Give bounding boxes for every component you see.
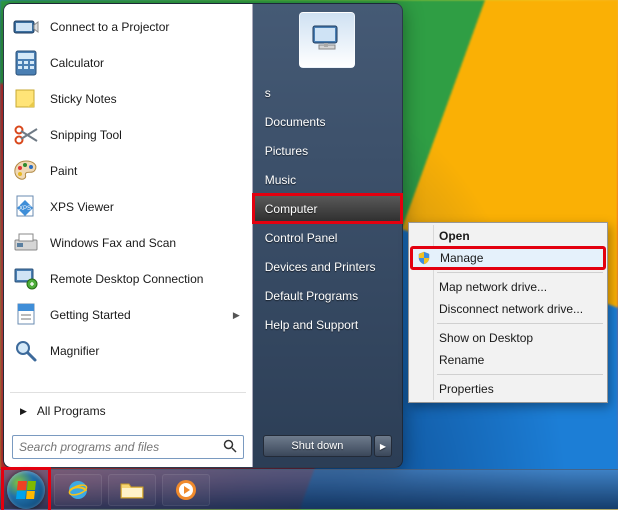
ctx-open[interactable]: Open (411, 225, 605, 247)
program-fax-scan[interactable]: Windows Fax and Scan (6, 225, 250, 261)
user-picture[interactable] (299, 12, 355, 68)
rightlink-documents[interactable]: Documents (253, 107, 402, 136)
shield-icon (416, 250, 432, 266)
program-label: Calculator (50, 56, 244, 70)
rightlink-default-programs[interactable]: Default Programs (253, 281, 402, 310)
program-label: Getting Started (50, 308, 223, 322)
magnifier-icon (12, 337, 40, 365)
folder-icon (119, 479, 145, 501)
fax-icon (12, 229, 40, 257)
submenu-arrow-icon: ▶ (233, 310, 240, 321)
projector-icon (12, 13, 40, 41)
context-separator (437, 323, 603, 324)
start-menu-left-pane: Connect to a Projector Calculator Sticky… (4, 4, 253, 467)
ie-icon (66, 478, 90, 502)
all-programs-label: All Programs (37, 404, 106, 418)
search-box[interactable] (12, 435, 244, 459)
rightlink-computer[interactable]: Computer (253, 194, 402, 223)
program-label: Sticky Notes (50, 92, 244, 106)
program-remote-desktop[interactable]: Remote Desktop Connection (6, 261, 250, 297)
search-icon (223, 439, 237, 456)
calculator-icon (12, 49, 40, 77)
program-label: XPS Viewer (50, 200, 244, 214)
program-snipping-tool[interactable]: Snipping Tool (6, 117, 250, 153)
taskbar-wmp[interactable] (162, 474, 210, 506)
rightlink-help-support[interactable]: Help and Support (253, 310, 402, 339)
program-label: Snipping Tool (50, 128, 244, 142)
xps-icon: XPS (12, 193, 40, 221)
start-menu: Connect to a Projector Calculator Sticky… (3, 3, 403, 468)
start-button[interactable] (7, 471, 45, 509)
palette-icon (12, 157, 40, 185)
rightlink-user[interactable]: s (253, 78, 402, 107)
program-connect-projector[interactable]: Connect to a Projector (6, 9, 250, 45)
ctx-rename[interactable]: Rename (411, 349, 605, 371)
rightlink-devices-printers[interactable]: Devices and Printers (253, 252, 402, 281)
ctx-show-desktop[interactable]: Show on Desktop (411, 327, 605, 349)
rightlink-pictures[interactable]: Pictures (253, 136, 402, 165)
ctx-disconnect-drive[interactable]: Disconnect network drive... (411, 298, 605, 320)
program-label: Connect to a Projector (50, 20, 244, 34)
taskbar (0, 469, 618, 509)
ctx-manage[interactable]: Manage (411, 247, 605, 269)
ctx-properties[interactable]: Properties (411, 378, 605, 400)
taskbar-ie[interactable] (54, 474, 102, 506)
windows-logo-icon (16, 481, 36, 499)
program-calculator[interactable]: Calculator (6, 45, 250, 81)
taskbar-explorer[interactable] (108, 474, 156, 506)
search-input[interactable] (19, 440, 223, 454)
media-player-icon (174, 478, 198, 502)
shutdown-button[interactable]: Shut down (263, 435, 372, 457)
svg-text:XPS: XPS (19, 206, 31, 212)
program-xps-viewer[interactable]: XPS XPS Viewer (6, 189, 250, 225)
scissors-icon (12, 121, 40, 149)
program-label: Windows Fax and Scan (50, 236, 244, 250)
separator (10, 392, 246, 393)
shutdown-options-button[interactable]: ▶ (374, 435, 392, 457)
computer-icon (307, 20, 347, 60)
start-menu-right-pane: s Documents Pictures Music Computer Cont… (253, 4, 402, 467)
program-label: Remote Desktop Connection (50, 272, 244, 286)
program-label: Magnifier (50, 344, 244, 358)
start-button-highlight (4, 470, 48, 510)
program-label: Paint (50, 164, 244, 178)
triangle-right-icon: ▶ (20, 406, 27, 417)
program-sticky-notes[interactable]: Sticky Notes (6, 81, 250, 117)
context-separator (437, 272, 603, 273)
rightlink-music[interactable]: Music (253, 165, 402, 194)
triangle-right-icon: ▶ (380, 442, 386, 451)
getting-started-icon (12, 301, 40, 329)
remote-desktop-icon (12, 265, 40, 293)
shutdown-row: Shut down ▶ (253, 427, 402, 467)
rightlink-control-panel[interactable]: Control Panel (253, 223, 402, 252)
program-paint[interactable]: Paint (6, 153, 250, 189)
search-row (4, 427, 252, 467)
program-magnifier[interactable]: Magnifier (6, 333, 250, 369)
sticky-notes-icon (12, 85, 40, 113)
context-separator (437, 374, 603, 375)
computer-context-menu: Open Manage Map network drive... Disconn… (408, 222, 608, 403)
ctx-map-drive[interactable]: Map network drive... (411, 276, 605, 298)
program-list: Connect to a Projector Calculator Sticky… (4, 4, 252, 390)
program-getting-started[interactable]: Getting Started ▶ (6, 297, 250, 333)
all-programs[interactable]: ▶ All Programs (4, 395, 252, 427)
